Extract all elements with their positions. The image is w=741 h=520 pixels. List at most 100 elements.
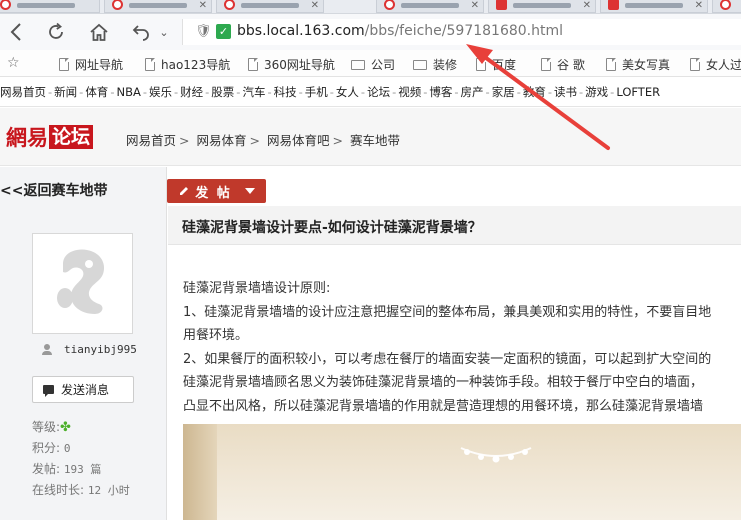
close-icon[interactable]: ✕ bbox=[583, 0, 591, 11]
close-icon[interactable]: ✕ bbox=[199, 0, 207, 11]
clover-level-icon: ✤ bbox=[60, 420, 71, 435]
refresh-icon[interactable] bbox=[44, 20, 68, 44]
nav-separator: - bbox=[79, 85, 84, 99]
content-line: 用餐环境。 bbox=[183, 328, 249, 343]
chandelier-image bbox=[460, 447, 532, 463]
nav-item[interactable]: 女人 bbox=[336, 85, 359, 99]
new-post-button[interactable]: 发 帖 bbox=[167, 179, 266, 203]
star-icon[interactable]: ☆ bbox=[7, 55, 20, 71]
nav-item[interactable]: NBA bbox=[116, 85, 140, 99]
avatar[interactable] bbox=[32, 233, 133, 334]
bookmark-item[interactable]: 百度 bbox=[476, 56, 516, 73]
bookmark-item[interactable]: 美女写真 bbox=[606, 56, 670, 73]
content-line: 1、硅藻泥背景墙墙的设计应注意把握空间的整体布局，兼具美观和实用的特性，不要盲目… bbox=[183, 304, 712, 320]
nav-item[interactable]: 房产 bbox=[461, 85, 484, 99]
doc-icon bbox=[690, 58, 700, 71]
nav-separator: - bbox=[454, 85, 459, 99]
url-text[interactable]: bbs.local.163.com/bbs/feiche/597181680.h… bbox=[237, 23, 563, 39]
nav-item[interactable]: 股票 bbox=[211, 85, 234, 99]
nav-item[interactable]: 教育 bbox=[523, 85, 546, 99]
site-favicon-icon bbox=[608, 0, 619, 10]
site-favicon-icon bbox=[112, 0, 123, 10]
browser-tab[interactable]: ✕ bbox=[488, 0, 596, 13]
chevron-down-icon[interactable]: ⌄ bbox=[152, 20, 176, 44]
nav-item[interactable]: 财经 bbox=[180, 85, 203, 99]
nav-item[interactable]: 手机 bbox=[305, 85, 328, 99]
address-bar[interactable]: 🛡 ✓ bbs.local.163.com/bbs/feiche/5971816… bbox=[182, 19, 741, 45]
nav-separator: - bbox=[110, 85, 115, 99]
nav-item[interactable]: 论坛 bbox=[367, 85, 390, 99]
send-message-button[interactable]: 发送消息 bbox=[32, 376, 134, 403]
post-title: 硅藻泥背景墙设计要点-如何设计硅藻泥背景墙？ bbox=[182, 220, 482, 236]
nav-separator: - bbox=[610, 85, 615, 99]
bookmark-item[interactable]: 网址导航 bbox=[59, 56, 123, 73]
nav-separator: - bbox=[485, 85, 490, 99]
site-favicon-icon bbox=[720, 0, 731, 10]
post-title-bar: 硅藻泥背景墙设计要点-如何设计硅藻泥背景墙？ bbox=[168, 206, 741, 245]
author-stats: 等级:✤ 积分: 0 发帖: 193 篇 在线时长: 12 小时 bbox=[32, 417, 130, 501]
nav-item[interactable]: 科技 bbox=[274, 85, 297, 99]
breadcrumb-item[interactable]: 赛车地带 bbox=[350, 133, 400, 148]
browser-tab[interactable]: ✕ bbox=[104, 0, 212, 13]
browser-tab[interactable] bbox=[0, 0, 100, 13]
site-favicon-icon bbox=[496, 0, 507, 10]
bookmark-item[interactable]: 女人过 bbox=[690, 56, 741, 73]
post-image[interactable] bbox=[183, 424, 741, 520]
nav-item[interactable]: 家居 bbox=[492, 85, 515, 99]
nav-separator: - bbox=[423, 85, 428, 99]
doc-icon bbox=[541, 58, 551, 71]
breadcrumb: 网易首页 > 网易体育 > 网易体育吧 > 赛车地带 bbox=[126, 133, 400, 148]
close-icon[interactable]: ✕ bbox=[695, 0, 703, 11]
doc-icon bbox=[248, 58, 258, 71]
undo-icon[interactable] bbox=[130, 20, 154, 44]
back-icon[interactable] bbox=[4, 20, 28, 44]
breadcrumb-item[interactable]: 网易首页 bbox=[126, 133, 176, 148]
bookmark-item[interactable]: 360网址导航 bbox=[248, 56, 335, 73]
site-favicon-icon bbox=[224, 0, 235, 10]
nav-item[interactable]: 体育 bbox=[85, 85, 108, 99]
bookmark-item[interactable]: 谷 歌 bbox=[541, 56, 585, 73]
nav-separator: - bbox=[236, 85, 241, 99]
nav-item[interactable]: 博客 bbox=[429, 85, 452, 99]
nav-separator: - bbox=[579, 85, 584, 99]
breadcrumb-item[interactable]: 网易体育 bbox=[196, 133, 246, 148]
doc-icon bbox=[476, 58, 486, 71]
bookmarks-bar: ☆ 网址导航 hao123导航 360网址导航 公司 装修 百度 谷 歌 美女写… bbox=[0, 50, 741, 77]
folder-icon bbox=[351, 59, 365, 70]
nav-item[interactable]: 新闻 bbox=[54, 85, 77, 99]
back-to-board-link[interactable]: <<返回赛车地带 bbox=[0, 180, 107, 200]
nav-item[interactable]: 汽车 bbox=[242, 85, 265, 99]
author-username[interactable]: tianyibj995 bbox=[42, 343, 137, 356]
folder-icon bbox=[413, 59, 427, 70]
nav-item[interactable]: 游戏 bbox=[585, 85, 608, 99]
default-avatar-icon bbox=[57, 249, 105, 314]
home-icon[interactable] bbox=[87, 20, 111, 44]
site-top-nav: 网易首页 - 新闻 - 体育 - NBA - 娱乐 - 财经 - 股票 - 汽车 - 科技 - 手机 - 女人 - 论坛 - 视… bbox=[0, 78, 741, 107]
post-content: 硅藻泥背景墙墙设计原则: 1、硅藻泥背景墙墙的设计应注意把握空间的整体布局，兼具… bbox=[183, 277, 741, 418]
bookmark-folder[interactable]: 装修 bbox=[413, 56, 457, 73]
nav-item[interactable]: 视频 bbox=[398, 85, 421, 99]
content-line: 硅藻泥背景墙墙顾名思义为装饰硅藻泥背景墙的一种装饰手段。相较于餐厅中空白的墙面， bbox=[183, 375, 704, 390]
nav-item[interactable]: 网易首页 bbox=[0, 85, 46, 99]
netease-forum-logo[interactable]: 網易 论坛 bbox=[6, 125, 94, 150]
bookmark-folder[interactable]: 公司 bbox=[351, 56, 395, 73]
user-icon bbox=[42, 344, 52, 355]
secure-check-icon: ✓ bbox=[216, 24, 231, 39]
close-icon[interactable]: ✕ bbox=[311, 0, 319, 11]
browser-tab[interactable] bbox=[712, 0, 741, 13]
close-icon[interactable]: ✕ bbox=[471, 0, 479, 11]
breadcrumb-item[interactable]: 网易体育吧 bbox=[267, 133, 330, 148]
caret-down-icon bbox=[244, 188, 255, 194]
nav-item[interactable]: 读书 bbox=[554, 85, 577, 99]
nav-separator: - bbox=[173, 85, 179, 99]
nav-item[interactable]: 娱乐 bbox=[149, 85, 172, 99]
browser-tab[interactable]: ✕ bbox=[376, 0, 484, 13]
tab-strip: ✕ ✕ ✕ ✕ ✕ bbox=[0, 0, 741, 14]
browser-tab[interactable]: ✕ bbox=[216, 0, 324, 13]
author-sidebar: <<返回赛车地带 tianyibj995 发送消息 等级:✤ 积分: 0 发帖:… bbox=[0, 167, 167, 520]
nav-item[interactable]: LOFTER bbox=[616, 85, 660, 99]
content-line: 2、如果餐厅的面积较小，可以考虑在餐厅的墙面安装一定面积的镜面，可以起到扩大空间… bbox=[183, 351, 712, 367]
bookmark-item[interactable]: hao123导航 bbox=[145, 56, 230, 73]
browser-tab[interactable]: ✕ bbox=[600, 0, 708, 13]
post-body: 硅藻泥背景墙设计要点-如何设计硅藻泥背景墙？ 硅藻泥背景墙墙设计原则: 1、硅藻… bbox=[168, 206, 741, 520]
